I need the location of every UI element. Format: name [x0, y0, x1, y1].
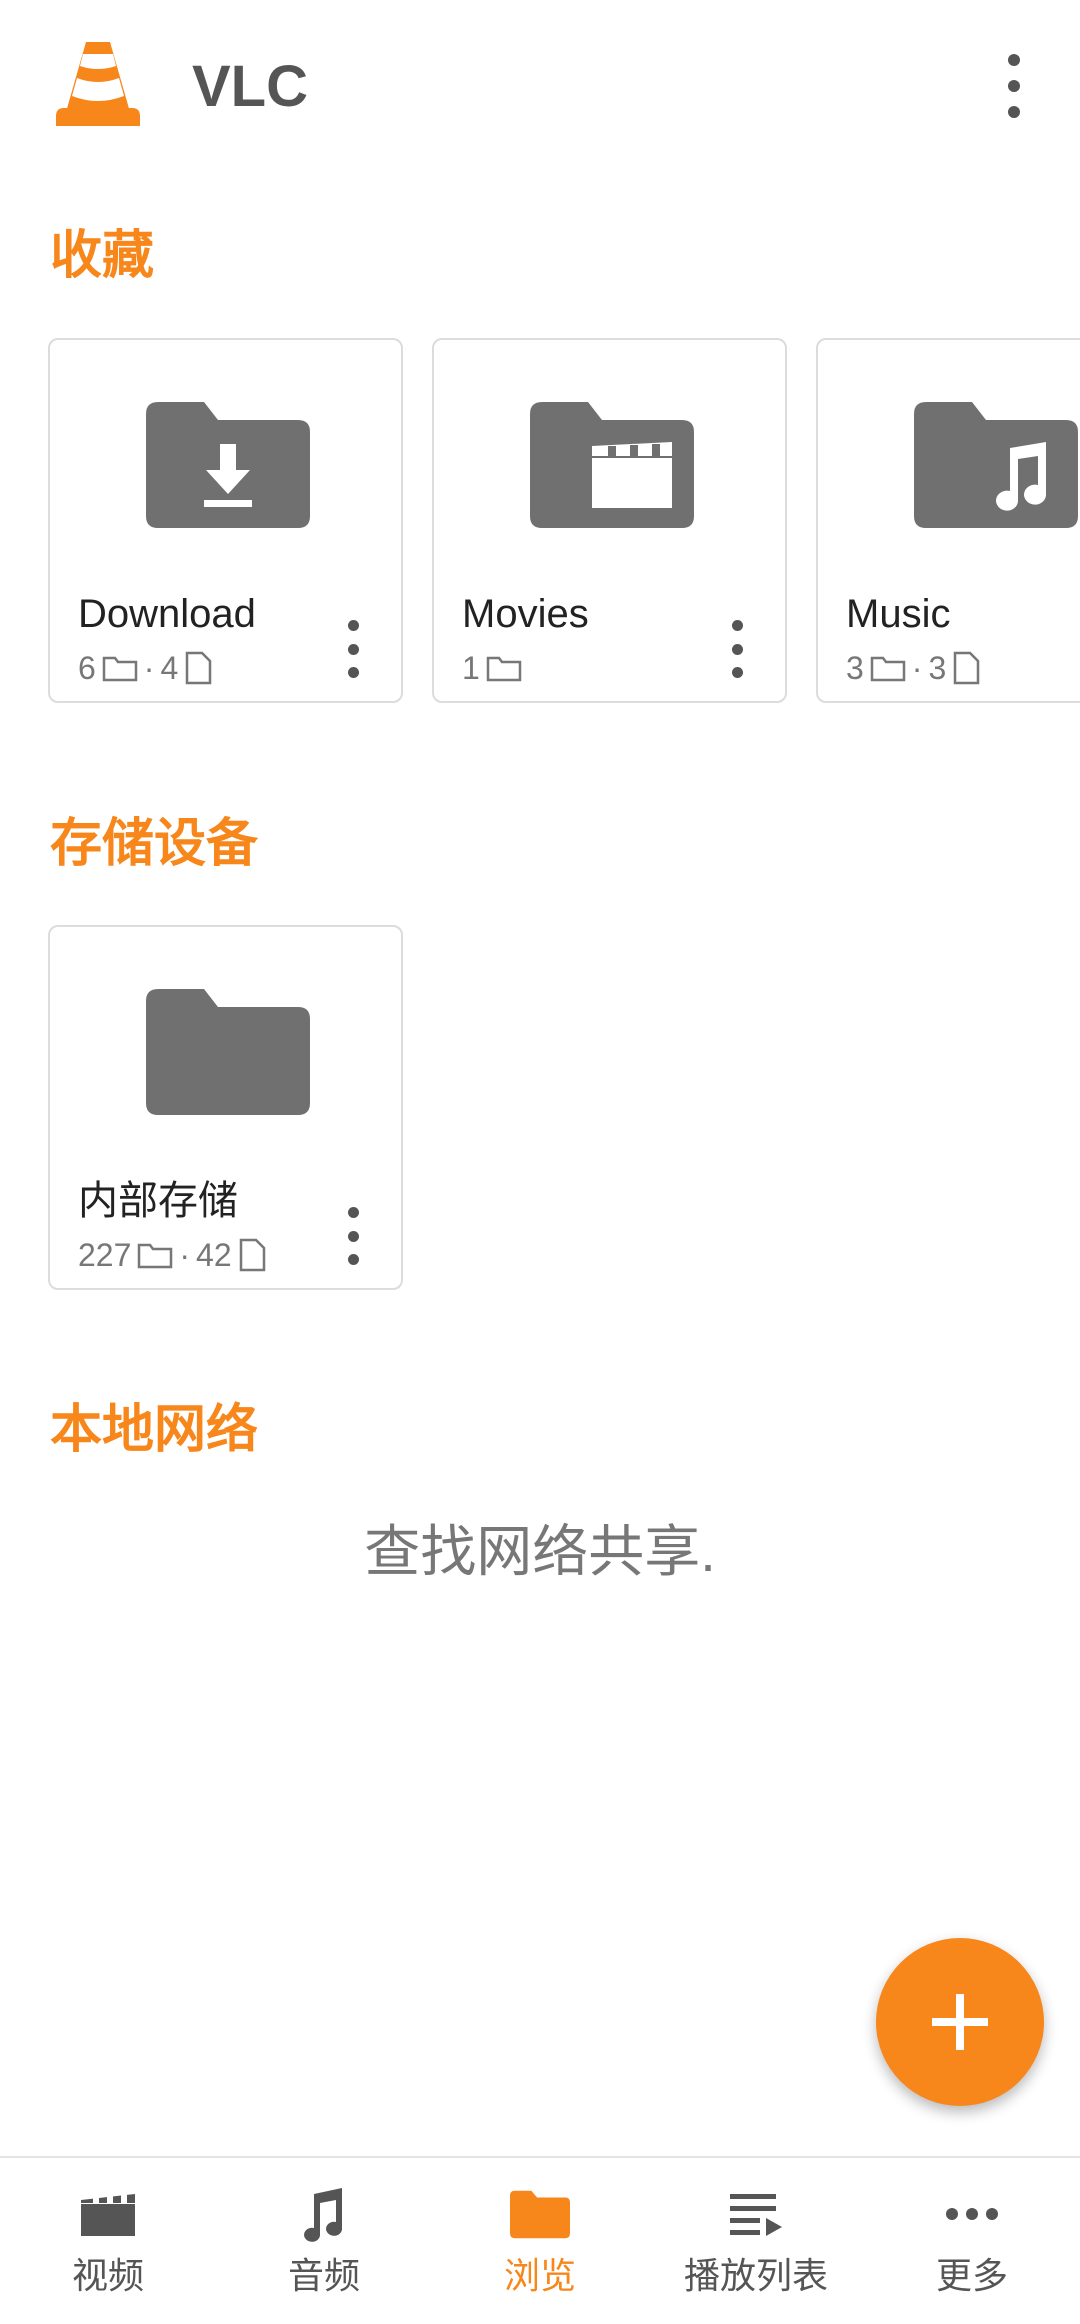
folder-count: 3 — [846, 650, 864, 686]
folder-name: Download — [78, 592, 256, 636]
network-status-message: 查找网络共享. — [364, 1520, 716, 1583]
folder-movie-icon — [530, 402, 694, 528]
app-bar: VLC — [0, 0, 1080, 170]
folder-icon — [146, 989, 310, 1115]
storage-card-internal[interactable]: 内部存储 227 · 42 — [48, 925, 403, 1290]
nav-item-browse[interactable]: 浏览 — [432, 2158, 648, 2324]
network-section-title: 本地网络 — [50, 1401, 259, 1459]
folder-meta: 1 — [462, 648, 528, 688]
storage-name: 内部存储 — [78, 1179, 238, 1223]
folder-outline-icon — [138, 1243, 173, 1269]
vlc-cone-icon — [56, 42, 140, 126]
favorites-section-title: 收藏 — [50, 227, 155, 285]
plus-icon — [932, 1994, 988, 2050]
add-fab-button[interactable] — [876, 1938, 1044, 2106]
folder-count: 227 — [78, 1237, 132, 1273]
meta-separator: · — [143, 650, 155, 686]
dot-icon — [1008, 54, 1020, 66]
nav-label: 播放列表 — [683, 2255, 828, 2296]
app-title: VLC — [192, 54, 308, 119]
nav-label: 音频 — [287, 2255, 360, 2296]
file-outline-icon — [954, 651, 980, 685]
folder-outline-icon — [102, 656, 138, 682]
nav-item-more[interactable]: 更多 — [864, 2158, 1080, 2324]
file-count: 42 — [196, 1237, 232, 1273]
file-count: 4 — [160, 650, 179, 686]
card-more-button[interactable] — [727, 620, 747, 678]
overflow-menu-button[interactable] — [990, 54, 1038, 118]
file-outline-icon — [239, 1238, 265, 1272]
folder-meta: 3 · 3 — [846, 648, 986, 688]
file-count: 3 — [928, 650, 947, 686]
favorite-card-movies[interactable]: Movies 1 — [432, 338, 787, 703]
nav-item-audio[interactable]: 音频 — [216, 2158, 432, 2324]
folder-meta: 6 · 4 — [78, 648, 218, 688]
folder-icon — [510, 2190, 570, 2239]
meta-separator: · — [911, 650, 923, 686]
folder-outline-icon — [486, 656, 522, 682]
meta-separator: · — [179, 1237, 191, 1273]
favorite-card-download[interactable]: Download 6 · 4 — [48, 338, 403, 703]
favorite-card-music[interactable]: Music 3 · 3 — [816, 338, 1080, 703]
dot-icon — [1008, 106, 1020, 118]
folder-count: 1 — [462, 650, 480, 686]
folder-count: 6 — [78, 650, 96, 686]
folder-download-icon — [146, 402, 310, 528]
nav-label: 浏览 — [503, 2255, 576, 2296]
file-outline-icon — [186, 651, 212, 685]
video-icon — [81, 2194, 135, 2236]
folder-name: Music — [846, 592, 951, 636]
folder-music-icon — [914, 402, 1078, 528]
nav-item-playlists[interactable]: 播放列表 — [648, 2158, 864, 2324]
bottom-navigation: 视频 音频 浏览 播放列表 更多 — [0, 2156, 1080, 2324]
folder-outline-icon — [870, 656, 906, 682]
dot-icon — [1008, 80, 1020, 92]
playlist-icon — [730, 2194, 782, 2236]
storage-meta: 227 · 42 — [78, 1235, 272, 1275]
folder-name: Movies — [462, 592, 589, 636]
music-note-icon — [304, 2188, 343, 2242]
more-horiz-icon — [946, 2208, 998, 2220]
card-more-button[interactable] — [343, 1207, 363, 1265]
nav-item-video[interactable]: 视频 — [0, 2158, 216, 2324]
card-more-button[interactable] — [343, 620, 363, 678]
nav-label: 更多 — [935, 2255, 1008, 2296]
nav-label: 视频 — [71, 2255, 144, 2296]
storage-section-title: 存储设备 — [50, 815, 259, 873]
